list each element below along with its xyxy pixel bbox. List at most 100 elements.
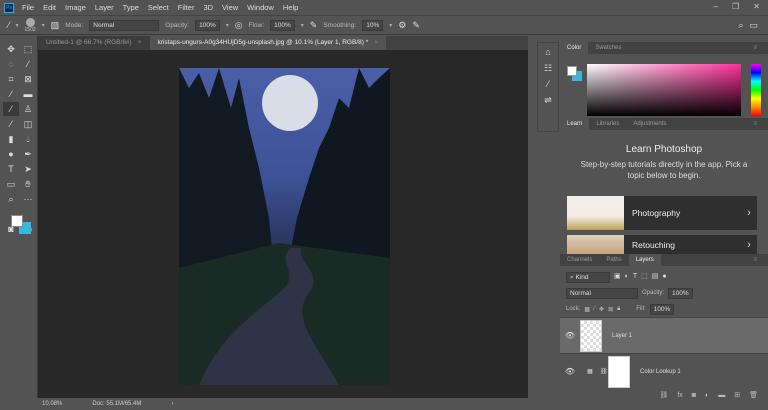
menu-filter[interactable]: Filter bbox=[178, 3, 195, 12]
menu-image[interactable]: Image bbox=[65, 3, 86, 12]
airbrush-icon[interactable]: ✎ bbox=[310, 20, 318, 30]
filter-shape-icon[interactable]: ⬚ bbox=[641, 272, 648, 282]
history-icon[interactable]: ⌂ bbox=[545, 47, 550, 57]
dodge-tool-icon[interactable]: ● bbox=[3, 147, 19, 161]
blur-tool-icon[interactable]: 💧︎ bbox=[20, 132, 36, 146]
mode-select[interactable]: Normal bbox=[89, 19, 160, 31]
tutorial-retouching[interactable]: Retouching › bbox=[567, 235, 757, 254]
properties-icon[interactable]: ☷ bbox=[544, 63, 552, 73]
marquee-tool-icon[interactable]: ⬚ bbox=[20, 42, 36, 56]
layer-opacity-field[interactable]: 100% bbox=[668, 287, 693, 299]
tab-untitled[interactable]: Untitled-1 @ 66.7% (RGB/8#) × bbox=[38, 36, 150, 50]
close-tab-icon[interactable]: × bbox=[138, 39, 142, 46]
pen-tool-icon[interactable]: ✒︎ bbox=[20, 147, 36, 161]
stamp-tool-icon[interactable]: ♙ bbox=[20, 102, 36, 116]
filter-kind-select[interactable]: ⌕ Kind bbox=[566, 271, 610, 283]
tab-paths[interactable]: Paths bbox=[599, 254, 628, 266]
lock-position-icon[interactable]: ✥ bbox=[599, 306, 604, 313]
menu-type[interactable]: Type bbox=[123, 3, 139, 12]
new-group-icon[interactable]: ▬ bbox=[718, 392, 725, 399]
filter-adjustment-icon[interactable]: ◐ bbox=[625, 272, 629, 282]
menu-help[interactable]: Help bbox=[283, 3, 298, 12]
brush-panel-icon[interactable]: ⁄ bbox=[547, 79, 549, 89]
layer-row[interactable]: 👁︎ Layer 1 bbox=[560, 317, 768, 353]
add-mask-icon[interactable]: ◙ bbox=[692, 392, 696, 399]
panel-menu-icon[interactable]: ≡ bbox=[746, 254, 764, 266]
filter-toggle-icon[interactable]: ● bbox=[662, 272, 666, 282]
brush-tool-icon[interactable]: ⁄ bbox=[8, 20, 10, 30]
zoom-tool-icon[interactable]: ⌕ bbox=[3, 192, 19, 206]
new-layer-icon[interactable]: ⊞ bbox=[734, 391, 740, 399]
adjust-panel-icon[interactable]: ⇌ bbox=[544, 95, 552, 105]
document-image[interactable] bbox=[179, 68, 390, 385]
lock-artboard-icon[interactable]: ⊠ bbox=[608, 306, 613, 313]
filter-pixel-icon[interactable]: ▣ bbox=[614, 272, 621, 282]
brush-preset-picker[interactable]: 1502 bbox=[25, 17, 36, 33]
link-layers-icon[interactable]: ⛓︎ bbox=[659, 391, 668, 399]
filter-smart-object-icon[interactable]: ▤ bbox=[652, 272, 659, 282]
rectangle-tool-icon[interactable]: ▭ bbox=[3, 177, 19, 191]
restore-button[interactable]: ❐ bbox=[732, 2, 739, 11]
foreground-color-swatch[interactable] bbox=[11, 215, 23, 227]
search-icon[interactable]: ⌕ bbox=[738, 20, 743, 30]
hue-slider[interactable] bbox=[751, 64, 761, 116]
crop-tool-icon[interactable]: ⌗ bbox=[3, 72, 19, 86]
fill-field[interactable]: 100% bbox=[649, 303, 675, 315]
foreground-color-swatch[interactable] bbox=[567, 66, 577, 76]
pressure-opacity-icon[interactable]: ◎ bbox=[235, 20, 243, 30]
menu-select[interactable]: Select bbox=[148, 3, 169, 12]
smoothing-field[interactable]: 10% bbox=[362, 19, 384, 31]
menu-edit[interactable]: Edit bbox=[43, 3, 56, 12]
tab-layers[interactable]: Layers bbox=[628, 254, 661, 266]
tab-learn[interactable]: Learn bbox=[560, 118, 590, 130]
opacity-field[interactable]: 100% bbox=[195, 19, 220, 31]
path-select-icon[interactable]: ➤ bbox=[20, 162, 36, 176]
tab-channels[interactable]: Channels bbox=[560, 254, 599, 266]
close-tab-icon[interactable]: × bbox=[374, 39, 378, 46]
blend-mode-select[interactable]: Normal bbox=[566, 287, 638, 299]
brush-tool-icon[interactable]: ⁄ bbox=[3, 102, 19, 116]
gradient-tool-icon[interactable]: ▮ bbox=[3, 132, 19, 146]
frame-tool-icon[interactable]: ⊠ bbox=[20, 72, 36, 86]
workspace-icon[interactable]: ▭ bbox=[749, 20, 758, 30]
panel-menu-icon[interactable]: ≡ bbox=[746, 118, 764, 130]
panel-menu-icon[interactable]: ≡ bbox=[746, 42, 764, 54]
lasso-tool-icon[interactable]: ◌ bbox=[3, 57, 19, 71]
eye-icon[interactable]: 👁︎ bbox=[560, 367, 580, 376]
eraser-icon[interactable]: ◫ bbox=[20, 117, 36, 131]
tutorial-photography[interactable]: Photography › bbox=[567, 196, 757, 230]
menu-3d[interactable]: 3D bbox=[203, 3, 213, 12]
move-tool-icon[interactable]: ✥ bbox=[3, 42, 19, 56]
eyedropper-icon[interactable]: ⁄ bbox=[3, 87, 19, 101]
lock-pixels-icon[interactable]: ▩ bbox=[584, 306, 590, 313]
menu-window[interactable]: Window bbox=[247, 3, 274, 12]
tab-color[interactable]: Color bbox=[560, 42, 589, 54]
type-tool-icon[interactable]: T bbox=[3, 162, 19, 176]
lock-all-icon[interactable]: 🔒︎ bbox=[617, 306, 620, 313]
eye-icon[interactable]: 👁︎ bbox=[560, 331, 580, 340]
brush-settings-icon[interactable]: ▨ bbox=[51, 20, 60, 30]
color-field[interactable] bbox=[587, 64, 741, 116]
menu-file[interactable]: File bbox=[22, 3, 34, 12]
tab-kristaps[interactable]: kristaps-ungurs-A0g34HUjD5g-unsplash.jpg… bbox=[149, 36, 387, 50]
healing-brush-icon[interactable]: ▬ bbox=[20, 87, 36, 101]
hand-tool-icon[interactable]: ✋︎ bbox=[20, 177, 36, 191]
new-adjustment-icon[interactable]: ◐ bbox=[705, 392, 709, 399]
gear-icon[interactable]: ⚙ bbox=[398, 20, 406, 30]
fx-icon[interactable]: fx bbox=[677, 392, 682, 399]
pressure-size-icon[interactable]: ✎ bbox=[412, 20, 420, 30]
edit-toolbar-icon[interactable]: ··· bbox=[20, 192, 36, 206]
minimize-button[interactable]: – bbox=[714, 2, 718, 11]
lock-image-icon[interactable]: ⁄ bbox=[594, 306, 595, 312]
color-swatches[interactable] bbox=[3, 207, 36, 235]
status-menu-arrow[interactable]: › bbox=[171, 401, 173, 407]
tab-adjustments[interactable]: Adjustments bbox=[626, 118, 673, 130]
filter-type-icon[interactable]: T bbox=[633, 272, 637, 282]
menu-view[interactable]: View bbox=[222, 3, 238, 12]
tab-libraries[interactable]: Libraries bbox=[589, 118, 626, 130]
zoom-level[interactable]: 10.08% bbox=[42, 401, 62, 407]
close-button[interactable]: ✕ bbox=[753, 2, 760, 11]
layer-row[interactable]: 👁︎ ▦ ⛓︎ Color Lookup 1 bbox=[560, 353, 768, 389]
tab-swatches[interactable]: Swatches bbox=[588, 42, 628, 54]
menu-layer[interactable]: Layer bbox=[95, 3, 114, 12]
